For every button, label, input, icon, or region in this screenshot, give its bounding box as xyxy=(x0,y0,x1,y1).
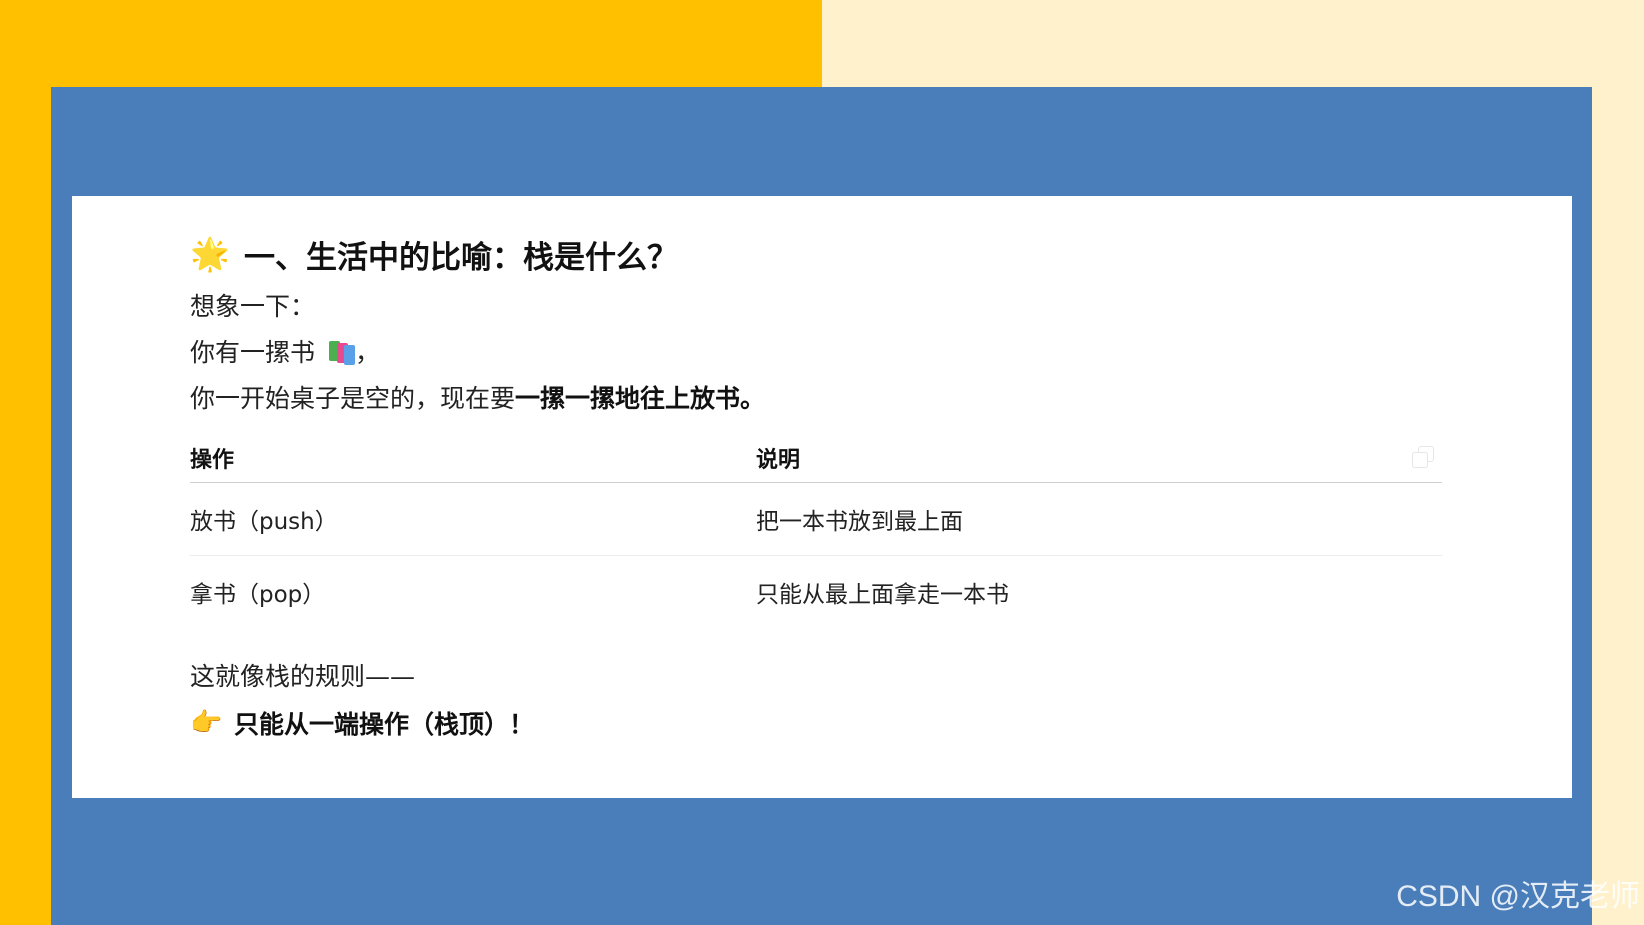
intro-line-2: 你有一摞书 ， xyxy=(190,330,1442,376)
intro-line-3: 你一开始桌子是空的，现在要一摞一摞地往上放书。 xyxy=(190,376,1442,422)
final-statement: 👉 只能从一端操作（栈顶）！ xyxy=(190,700,1442,746)
operations-table: 操作 说明 放书（push） 把一本书放到最上面 拿书（pop） 只能从最上面拿… xyxy=(190,434,1442,628)
table-cell-operation: 放书（push） xyxy=(190,482,756,556)
table-header-row: 操作 说明 xyxy=(190,434,1442,483)
pointing-hand-icon: 👉 xyxy=(190,708,223,738)
section-heading-text: 一、生活中的比喻：栈是什么？ xyxy=(244,239,678,276)
intro-line-3-bold: 一摞一摞地往上放书。 xyxy=(515,384,766,413)
section-heading: 🌟 一、生活中的比喻：栈是什么？ xyxy=(190,224,1442,284)
operations-table-wrapper: 操作 说明 放书（push） 把一本书放到最上面 拿书（pop） 只能从最上面拿… xyxy=(190,434,1442,628)
content-area: 🌟 一、生活中的比喻：栈是什么？ 想象一下： 你有一摞书 ， 你一开始桌子是空的… xyxy=(190,224,1442,746)
table-cell-description: 把一本书放到最上面 xyxy=(756,482,1442,556)
sparkle-star-icon: 🌟 xyxy=(190,235,230,273)
final-statement-text: 只能从一端操作（栈顶）！ xyxy=(234,710,535,739)
table-cell-operation: 拿书（pop） xyxy=(190,582,326,608)
content-card: 🌟 一、生活中的比喻：栈是什么？ 想象一下： 你有一摞书 ， 你一开始桌子是空的… xyxy=(72,196,1572,798)
intro-line-3-prefix: 你一开始桌子是空的，现在要 xyxy=(190,384,516,413)
rule-line: 这就像栈的规则—— xyxy=(190,662,416,691)
intro-line-2-suffix: ， xyxy=(354,338,380,367)
intro-line-2-text: 你有一摞书 xyxy=(190,338,316,367)
table-cell-description: 只能从最上面拿走一本书 xyxy=(756,582,1009,608)
table-row: 拿书（pop） 只能从最上面拿走一本书 xyxy=(190,556,1442,629)
table-header-operation: 操作 xyxy=(190,434,756,483)
books-icon xyxy=(328,341,355,365)
table-header-description: 说明 xyxy=(756,434,1442,483)
watermark: CSDN @汉克老师 xyxy=(1396,880,1640,913)
table-row: 放书（push） 把一本书放到最上面 xyxy=(190,482,1442,556)
intro-line-1: 想象一下： xyxy=(190,292,316,321)
